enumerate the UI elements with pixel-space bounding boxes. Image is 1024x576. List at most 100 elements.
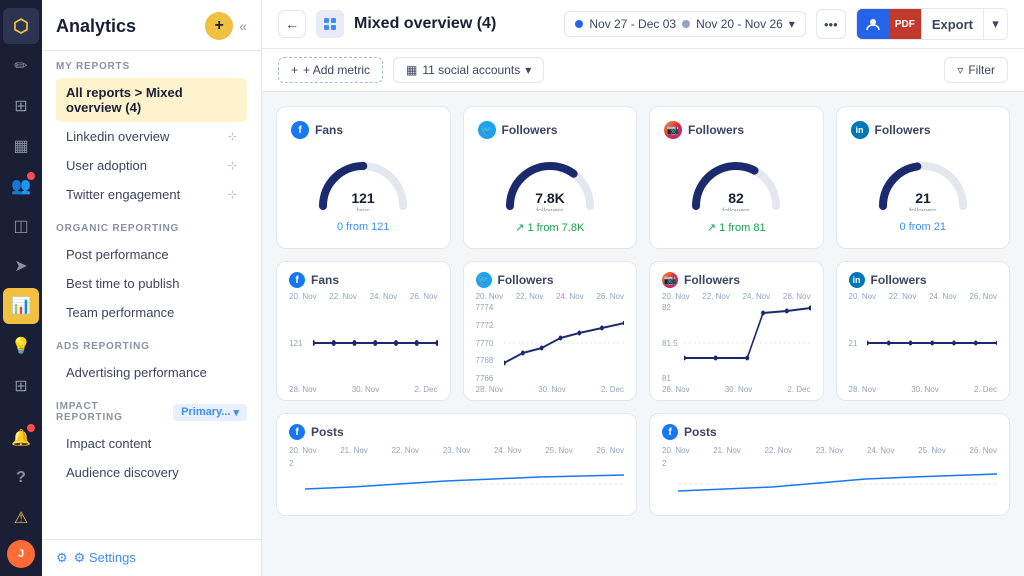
gauge-ig-followers: 82 followers — [686, 151, 786, 211]
li-chart-icon: in — [849, 272, 865, 288]
ads-section: ADS REPORTING Advertising performance — [42, 331, 261, 391]
analytics-icon[interactable]: 📊 — [3, 288, 39, 324]
compose-icon[interactable]: ✏ — [3, 48, 39, 84]
posts-card-fb-2: f Posts 20. Nov21. Nov22. Nov23. Nov24. … — [649, 413, 1010, 516]
export-group: PDF Export ▾ — [856, 8, 1008, 40]
card-tw-followers-gauge: 🐦 Followers 7.8K followers ↗ 1 from 7.8K — [463, 106, 638, 249]
lightbulb-icon[interactable]: 💡 — [3, 328, 39, 364]
topbar: ← Mixed overview (4) Nov 27 - Dec 03 Nov… — [262, 0, 1024, 49]
sidebar-item-user-adoption[interactable]: User adoption ⊹ — [56, 151, 247, 180]
svg-text:121: 121 — [352, 190, 376, 206]
fb-chart-title: Fans — [311, 273, 339, 287]
gear-icon: ⚙ — [56, 550, 68, 566]
organic-section: ORGANIC REPORTING Post performance Best … — [42, 213, 261, 331]
people-icon[interactable]: 👥 — [3, 168, 39, 204]
my-reports-section: MY REPORTS All reports > Mixed overview … — [42, 51, 261, 213]
more-options-button[interactable]: ••• — [816, 9, 846, 39]
ig-chart-title: Followers — [684, 273, 740, 287]
svg-text:7.8K: 7.8K — [535, 190, 565, 206]
report-title: Mixed overview (4) — [354, 15, 554, 33]
bell-icon[interactable]: 🔔 — [3, 420, 39, 456]
fb-fans-chart-area: 121 — [289, 303, 438, 383]
new-report-button[interactable]: + — [205, 12, 233, 40]
grid-icon[interactable]: ⊞ — [3, 88, 39, 124]
impact-label: IMPACT REPORTING — [56, 401, 167, 423]
sidebar-item-audience-discovery[interactable]: Audience discovery — [56, 458, 247, 487]
gauge-fb-fans: 121 fans — [313, 151, 413, 211]
warning-icon[interactable]: ⚠ — [3, 500, 39, 536]
facebook-icon: f — [291, 121, 309, 139]
settings-button[interactable]: ⚙ ⚙ Settings — [42, 539, 261, 576]
posts-card-fb-1: f Posts 20. Nov21. Nov22. Nov23. Nov24. … — [276, 413, 637, 516]
sidebar-item-best-time[interactable]: Best time to publish — [56, 269, 247, 298]
ig-chart-icon: 📷 — [662, 272, 678, 288]
fb-posts-icon: f — [289, 424, 305, 440]
fb-posts-icon-2: f — [662, 424, 678, 440]
sidebar-item-linkedin[interactable]: Linkedin overview ⊹ — [56, 122, 247, 151]
tw-followers-chart-area: 7774 7772 7770 7768 7766 — [476, 303, 625, 383]
svg-text:followers: followers — [722, 208, 750, 211]
tw-chart-icon: 🐦 — [476, 272, 492, 288]
chevron-down-icon: ▾ — [789, 17, 795, 31]
chevron-down-icon: ▾ — [525, 63, 531, 77]
fb-fans-delta: 0 from 121 — [337, 221, 390, 233]
sidebar-collapse-button[interactable]: « — [239, 18, 247, 34]
date-range-prev: Nov 20 - Nov 26 — [696, 17, 783, 31]
gauge-tw-followers: 7.8K followers — [500, 151, 600, 211]
impact-badge[interactable]: Primary... ▾ — [173, 404, 247, 421]
twitter-icon: 🐦 — [478, 121, 496, 139]
add-metric-button[interactable]: + + Add metric — [278, 57, 383, 83]
posts-title-2: Posts — [684, 425, 717, 439]
impact-section: IMPACT REPORTING Primary... ▾ Impact con… — [42, 391, 261, 491]
ig-followers-delta: ↗ 1 from 81 — [707, 221, 766, 234]
sidebar-item-team-performance[interactable]: Team performance — [56, 298, 247, 327]
pin-icon: ⊹ — [228, 130, 237, 143]
export-pdf-button[interactable]: PDF — [889, 9, 921, 39]
filterbar: + + Add metric ▦ 11 social accounts ▾ ▿ … — [262, 49, 1024, 92]
logo-icon[interactable]: ⬡ — [3, 8, 39, 44]
fb-chart-icon: f — [289, 272, 305, 288]
sidebar-item-twitter-engagement[interactable]: Twitter engagement ⊹ — [56, 180, 247, 209]
my-reports-label: MY REPORTS — [56, 61, 247, 72]
ig-followers-label: Followers — [688, 123, 744, 137]
svg-text:fans: fans — [357, 208, 371, 211]
main-content: ← Mixed overview (4) Nov 27 - Dec 03 Nov… — [262, 0, 1024, 576]
avatar[interactable]: J — [7, 540, 35, 568]
sidebar-item-mixed-overview[interactable]: All reports > Mixed overview (4) — [56, 78, 247, 122]
svg-text:21: 21 — [915, 190, 931, 206]
li-chart-title: Followers — [871, 273, 927, 287]
sidebar-title: Analytics — [56, 16, 136, 37]
gauge-li-followers: 21 followers — [873, 151, 973, 211]
fans-label: Fans — [315, 123, 343, 137]
apps-icon[interactable]: ⊞ — [3, 368, 39, 404]
plus-icon: + — [291, 63, 298, 77]
inbox-icon[interactable]: ◫ — [3, 208, 39, 244]
chart-li-followers: in Followers 20. Nov22. Nov24. Nov26. No… — [836, 261, 1011, 401]
sidebar-item-advertising[interactable]: Advertising performance — [56, 358, 247, 387]
dashboard: f Fans 121 fans 0 from 121 🐦 Followers — [262, 92, 1024, 576]
li-followers-delta: 0 from 21 — [900, 221, 946, 233]
svg-text:82: 82 — [728, 190, 744, 206]
sidebar-item-impact-content[interactable]: Impact content — [56, 429, 247, 458]
export-button[interactable]: Export — [921, 9, 983, 39]
icon-bar: ⬡ ✏ ⊞ ▦ 👥 ◫ ➤ 📊 💡 ⊞ 🔔 ? ⚠ J — [0, 0, 42, 576]
date-range-button[interactable]: Nov 27 - Dec 03 Nov 20 - Nov 26 ▾ — [564, 11, 805, 37]
svg-text:followers: followers — [909, 208, 937, 211]
share-user-button[interactable] — [857, 9, 889, 39]
posts-chart-1: 2 — [289, 459, 624, 509]
calendar-icon[interactable]: ▦ — [3, 128, 39, 164]
send-icon[interactable]: ➤ — [3, 248, 39, 284]
li-followers-chart-area: 21 — [849, 303, 998, 383]
social-accounts-button[interactable]: ▦ 11 social accounts ▾ — [393, 57, 544, 83]
chart-bar-icon: ▦ — [406, 63, 417, 77]
sidebar-item-post-performance[interactable]: Post performance — [56, 240, 247, 269]
question-icon[interactable]: ? — [3, 460, 39, 496]
export-chevron-button[interactable]: ▾ — [983, 9, 1007, 39]
back-button[interactable]: ← — [278, 10, 306, 38]
card-li-followers-gauge: in Followers 21 followers 0 from 21 — [836, 106, 1011, 249]
li-followers-label: Followers — [875, 123, 931, 137]
report-icon — [316, 10, 344, 38]
filter-button[interactable]: ▿ Filter — [944, 57, 1008, 83]
posts-title-1: Posts — [311, 425, 344, 439]
ig-followers-chart-area: 82 81.5 81 — [662, 303, 811, 383]
